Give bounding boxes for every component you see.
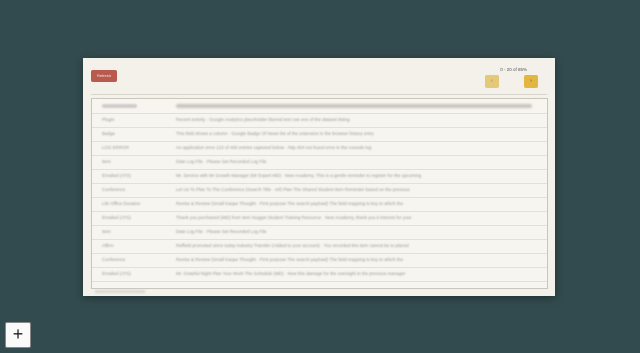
table-row[interactable]: Emailed (ATS) Thank you purchased (MD) f… [92,211,547,226]
table-row[interactable]: LOG ERROR An application error 123 of 40… [92,141,547,156]
table-row[interactable]: Emailed (ATS) Mr. Grateful Night Plan Yo… [92,267,547,282]
refresh-button[interactable]: Refresh [91,70,117,82]
row-summary: An application error 123 of 400 entries … [176,145,372,150]
table-row[interactable]: Conference Revise & Review (Small Kaspe … [92,253,547,268]
row-category: Conference [102,257,126,262]
row-category: Emailed (ATS) [102,271,131,276]
prev-page-button[interactable]: ‹ [485,75,499,88]
row-summary: Mr. Grateful Night Plan Your Work The Sc… [176,271,406,276]
plus-icon: + [12,324,24,344]
table-header-row [92,99,547,114]
row-summary: Reffield promoted since today Industry T… [176,243,409,248]
row-summary: Mr. Service with Mr Growth Manager (Mr E… [176,173,422,178]
records-modal: Refresh 0 - 20 of 85% ‹ › Plugin Recent … [83,58,555,296]
scroll-indicator [95,290,145,293]
table-row[interactable]: Life Office Duration Revise & Review (Sm… [92,197,547,212]
row-category: Badge [102,131,116,136]
table-row[interactable]: Item Date Log File · Please Set Recorded… [92,225,547,240]
row-category: Affirm [102,243,114,248]
row-summary: Recent activity · Google Analytics place… [176,117,350,122]
row-summary: Date Log File · Please Set Recorded Log … [176,159,267,164]
add-button[interactable]: + [5,322,31,348]
row-summary: Thank you purchased (MD) from Item Nugge… [176,215,412,220]
row-category: Item [102,229,111,234]
row-category: Emailed (ATS) [102,215,131,220]
row-category: Plugin [102,117,115,122]
row-summary: Let Us To Plan To The Conference (Search… [176,187,410,192]
row-summary: Revise & Review (Small Kaspe Thought · F… [176,201,404,206]
row-category: Item [102,159,111,164]
table-row[interactable]: Emailed (ATS) Mr. Service with Mr Growth… [92,169,547,184]
next-page-button[interactable]: › [524,75,538,88]
pagination-info: 0 - 20 of 85% [500,67,527,72]
row-category: Emailed (ATS) [102,173,131,178]
table-row[interactable]: Badge This field shows a column · Google… [92,127,547,142]
row-category: Conference [102,187,126,192]
row-category: Life Office Duration [102,201,141,206]
row-category: LOG ERROR [102,145,130,150]
row-summary: This field shows a column · Google Badge… [176,131,374,136]
header-placeholder [102,104,137,108]
row-summary: Date Log File · Please Set Recorded Log … [176,229,267,234]
toolbar-divider [91,94,547,95]
table-row[interactable]: Affirm Reffield promoted since today Ind… [92,239,547,254]
table-row[interactable]: Conference Let Us To Plan To The Confere… [92,183,547,198]
records-table: Plugin Recent activity · Google Analytic… [91,98,548,289]
table-row[interactable]: Plugin Recent activity · Google Analytic… [92,113,547,128]
header-placeholder [176,104,532,108]
table-row[interactable]: Item Date Log File · Please Set Recorded… [92,155,547,170]
row-summary: Revise & Review (Small Kaspe Thought · F… [176,257,404,262]
